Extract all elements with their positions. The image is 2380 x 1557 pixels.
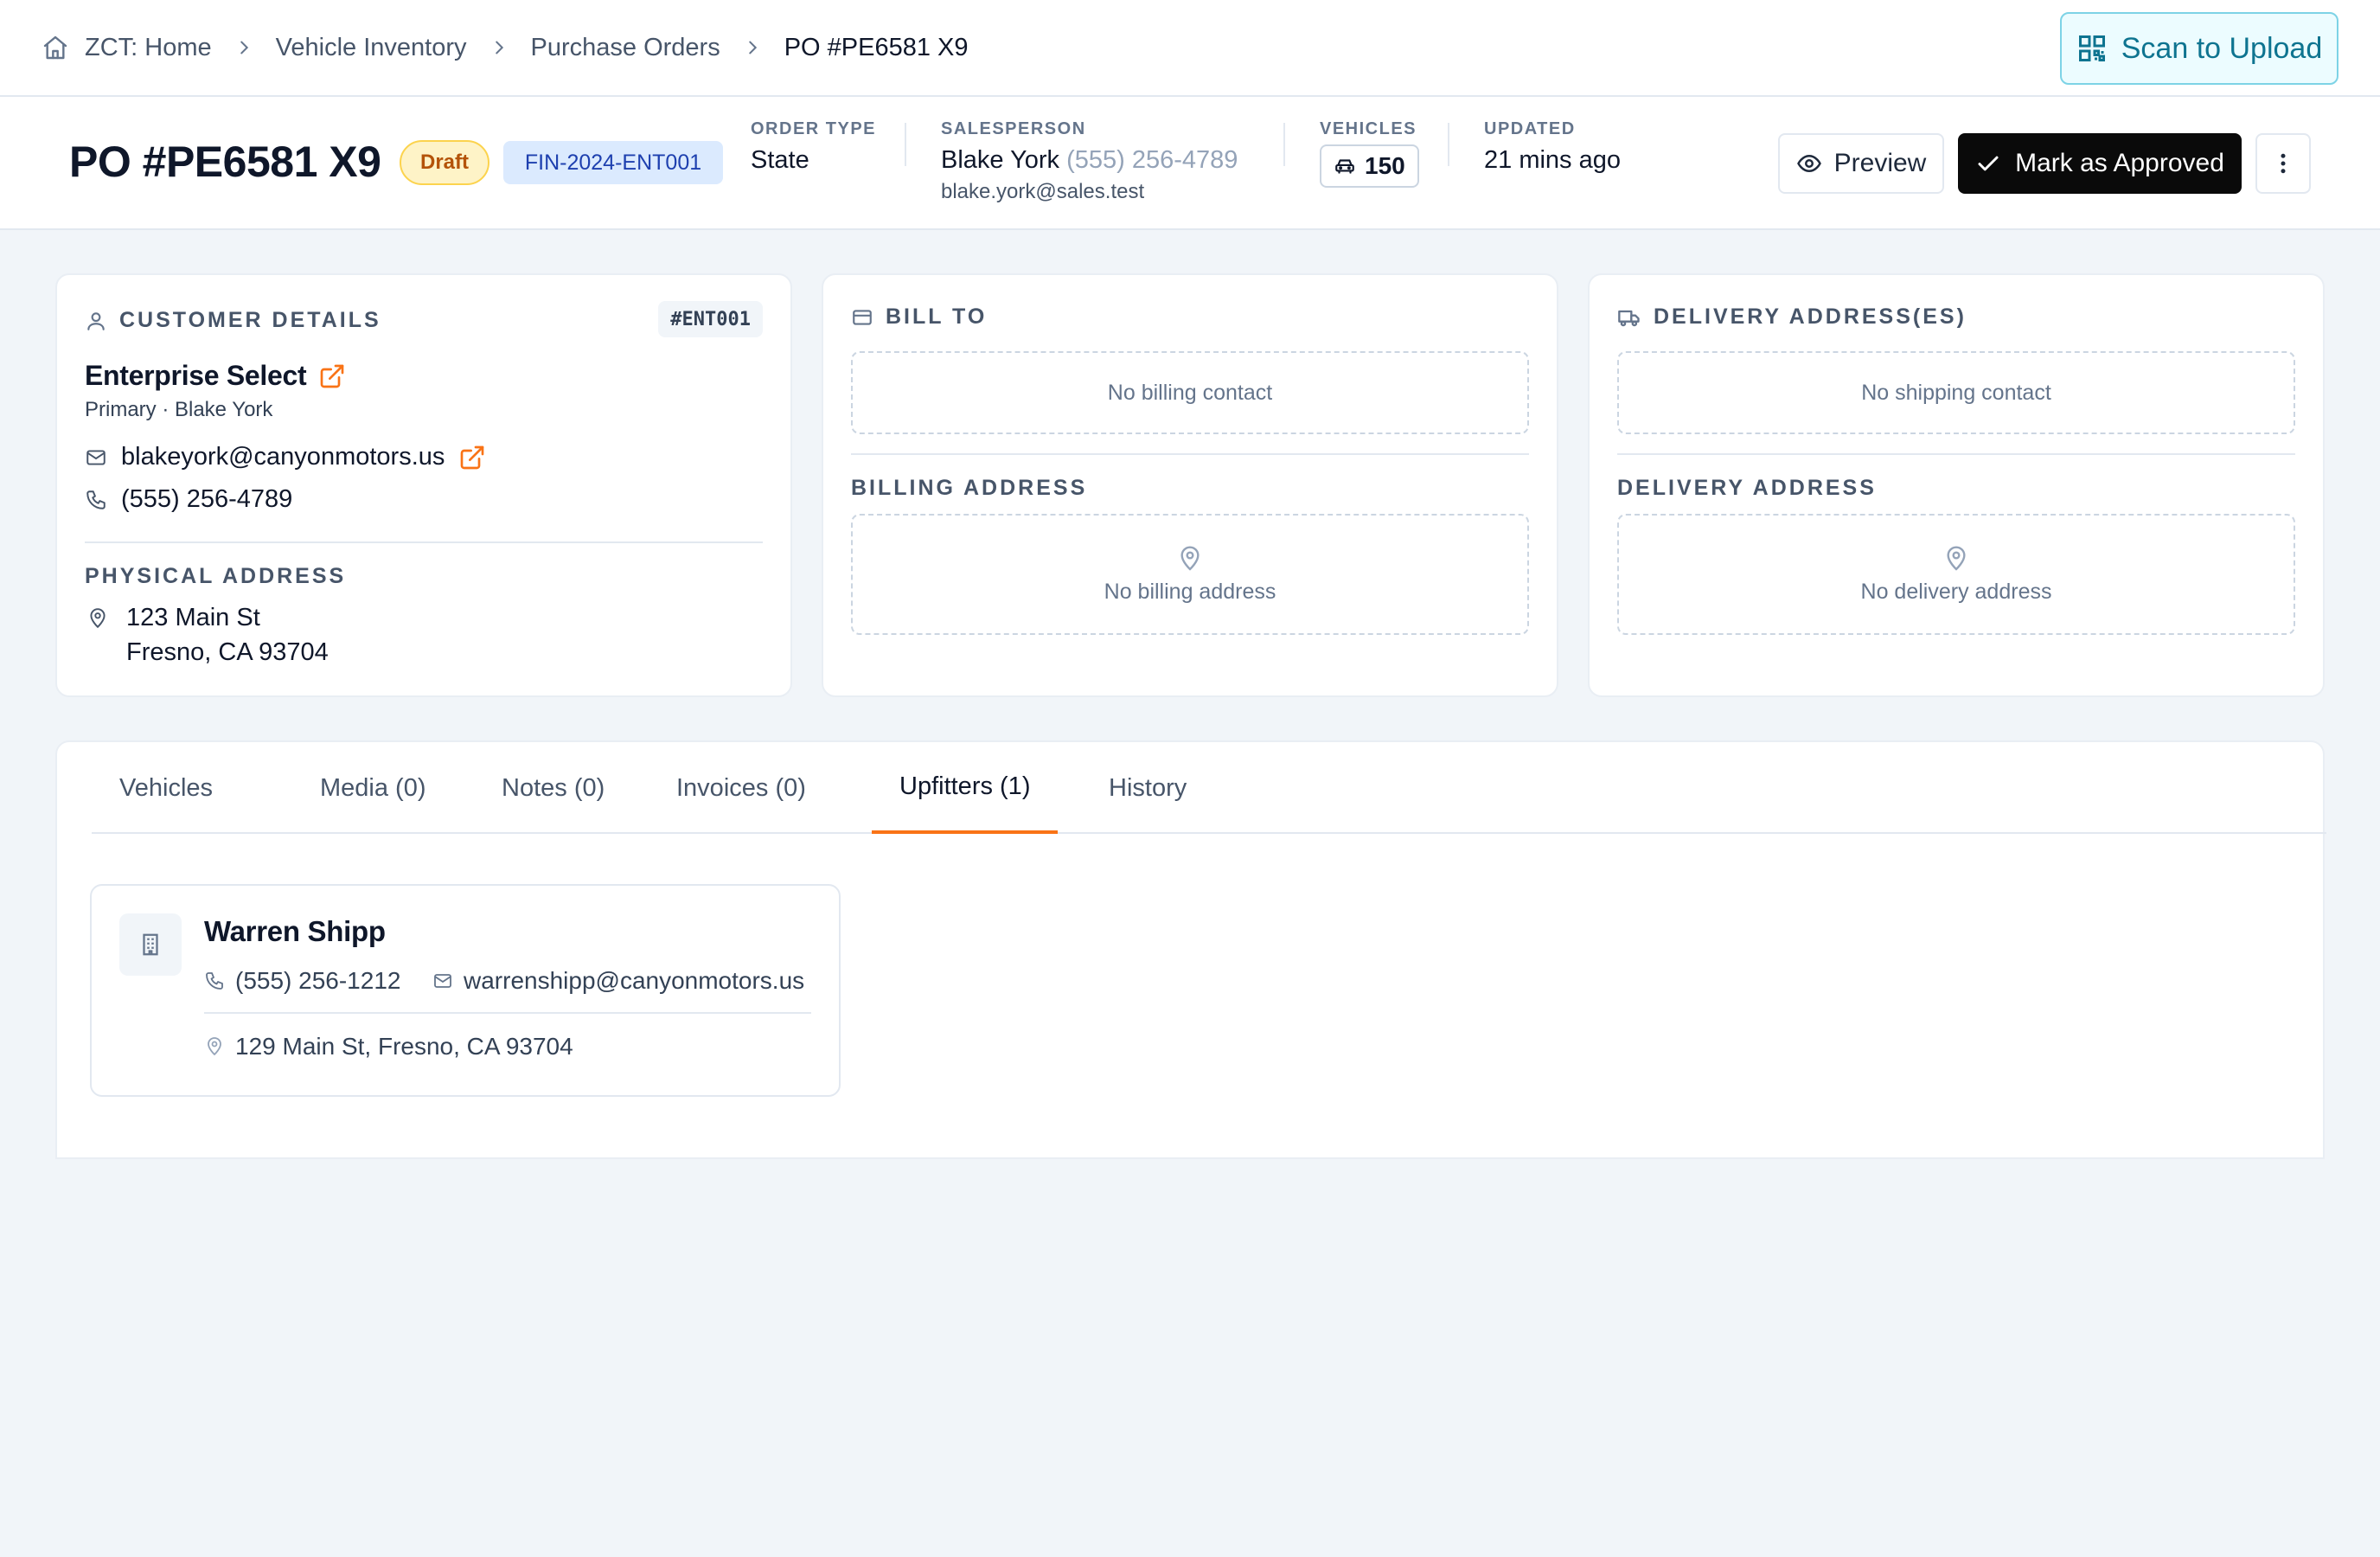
- breadcrumb-vehicle-inventory[interactable]: Vehicle Inventory: [276, 34, 467, 62]
- breadcrumb-current: PO #PE6581 X9: [784, 33, 969, 61]
- address-line-1: 123 Main St: [126, 604, 260, 631]
- car-icon: [1334, 155, 1356, 177]
- upfitter-phone: (555) 256-1212: [235, 967, 401, 994]
- salesperson-email: blake.york@sales.test: [941, 180, 1145, 203]
- tab-media[interactable]: Media (0): [320, 742, 426, 834]
- map-pin-icon: [204, 1036, 225, 1057]
- external-link-icon[interactable]: [458, 444, 486, 471]
- address-line-2: Fresno, CA 93704: [126, 638, 329, 666]
- reference-badge: FIN-2024-ENT001: [503, 141, 723, 184]
- billing-address-empty[interactable]: No billing address: [851, 514, 1529, 635]
- salesperson-phone: (555) 256-4789: [1066, 146, 1238, 174]
- map-pin-icon: [86, 607, 109, 630]
- tab-vehicles[interactable]: Vehicles: [119, 742, 213, 834]
- updated: UPDATED 21 mins ago: [1484, 119, 1621, 174]
- chevron-right-icon: [743, 38, 762, 57]
- upfitter-address-row: 129 Main St, Fresno, CA 93704: [204, 1033, 573, 1060]
- page-title: PO #PE6581 X9: [69, 138, 381, 186]
- divider: [204, 1012, 811, 1014]
- tab-bar: Vehicles Media (0) Notes (0) Invoices (0…: [92, 742, 2326, 834]
- customer-phone: (555) 256-4789: [121, 485, 293, 513]
- map-pin-icon: [1942, 545, 1970, 573]
- customer-phone-row: (555) 256-4789: [85, 485, 292, 514]
- billing-address-title: BILLING ADDRESS: [851, 476, 1088, 500]
- upfitter-phone-row: (555) 256-1212: [204, 967, 400, 995]
- upfitter-address: 129 Main St, Fresno, CA 93704: [235, 1033, 573, 1060]
- upfitter-email-row: warrenshipp@canyonmotors.us: [432, 967, 804, 995]
- phone-icon: [85, 489, 107, 511]
- delivery-address-title: DELIVERY ADDRESS: [1617, 476, 1877, 500]
- delivery-heading: DELIVERY ADDRESS(ES): [1617, 304, 1967, 330]
- vehicles-chip: 150: [1320, 144, 1419, 188]
- map-pin-icon: [1176, 545, 1204, 573]
- delivery-card: DELIVERY ADDRESS(ES) No shipping contact…: [1588, 273, 2325, 697]
- customer-name[interactable]: Enterprise Select: [85, 360, 346, 392]
- credit-card-icon: [851, 306, 873, 329]
- customer-details-card: CUSTOMER DETAILS #ENT001 Enterprise Sele…: [55, 273, 792, 697]
- qr-code-icon: [2076, 33, 2108, 64]
- truck-icon: [1617, 305, 1641, 330]
- customer-email[interactable]: blakeyork@canyonmotors.us: [121, 443, 445, 471]
- salesperson: SALESPERSON Blake York (555) 256-4789 bl…: [941, 119, 1238, 203]
- user-icon: [85, 310, 107, 332]
- order-type: ORDER TYPE State: [751, 119, 877, 174]
- building-icon: [119, 913, 182, 976]
- tab-invoices[interactable]: Invoices (0): [676, 742, 806, 834]
- upfitter-card[interactable]: Warren Shipp (555) 256-1212 warrenshipp@…: [90, 884, 841, 1097]
- tabs-panel: Vehicles Media (0) Notes (0) Invoices (0…: [55, 740, 2326, 1159]
- customer-details-heading: CUSTOMER DETAILS: [85, 308, 381, 333]
- tab-notes[interactable]: Notes (0): [502, 742, 605, 834]
- shipping-contact-empty[interactable]: No shipping contact: [1617, 351, 2295, 434]
- divider: [905, 123, 906, 166]
- divider: [85, 541, 763, 543]
- salesperson-name: Blake York: [941, 146, 1060, 174]
- breadcrumb: ZCT: Home Vehicle Inventory Purchase Ord…: [42, 34, 969, 62]
- physical-address-title: PHYSICAL ADDRESS: [85, 564, 347, 588]
- tab-upfitters[interactable]: Upfitters (1): [872, 742, 1059, 834]
- bill-to-card: BILL TO No billing contact BILLING ADDRE…: [822, 273, 1558, 697]
- more-options-button[interactable]: [2255, 133, 2311, 194]
- tab-history[interactable]: History: [1109, 742, 1187, 834]
- divider: [851, 453, 1529, 455]
- customer-subtitle: Primary · Blake York: [85, 398, 273, 421]
- physical-address: 123 Main St Fresno, CA 93704: [126, 600, 329, 670]
- mail-icon: [432, 971, 453, 991]
- divider: [1283, 123, 1285, 166]
- vehicles-count: VEHICLES 150: [1320, 119, 1419, 188]
- more-vertical-icon: [2270, 151, 2296, 176]
- breadcrumb-home[interactable]: ZCT: Home: [42, 34, 212, 62]
- customer-email-row: blakeyork@canyonmotors.us: [85, 443, 486, 471]
- check-icon: [1975, 151, 2001, 176]
- home-icon: [42, 34, 69, 61]
- divider: [1448, 123, 1449, 166]
- divider: [1617, 453, 2295, 455]
- mark-approved-button[interactable]: Mark as Approved: [1958, 133, 2242, 194]
- customer-id-badge: #ENT001: [658, 301, 763, 337]
- preview-button[interactable]: Preview: [1778, 133, 1944, 194]
- status-badge: Draft: [400, 140, 489, 185]
- upfitter-email[interactable]: warrenshipp@canyonmotors.us: [464, 967, 804, 995]
- breadcrumb-purchase-orders[interactable]: Purchase Orders: [531, 34, 720, 62]
- chevron-right-icon: [234, 38, 253, 57]
- chevron-right-icon: [489, 38, 509, 57]
- billing-contact-empty[interactable]: No billing contact: [851, 351, 1529, 434]
- delivery-address-empty[interactable]: No delivery address: [1617, 514, 2295, 635]
- external-link-icon[interactable]: [318, 362, 346, 390]
- phone-icon: [204, 971, 225, 991]
- bill-to-heading: BILL TO: [851, 304, 987, 330]
- top-bar: ZCT: Home Vehicle Inventory Purchase Ord…: [0, 0, 2380, 97]
- mail-icon: [85, 446, 107, 469]
- po-header: PO #PE6581 X9 Draft FIN-2024-ENT001 ORDE…: [0, 97, 2380, 230]
- eye-icon: [1796, 151, 1822, 176]
- upfitter-name: Warren Shipp: [204, 915, 386, 947]
- scan-to-upload-button[interactable]: Scan to Upload: [2060, 12, 2338, 85]
